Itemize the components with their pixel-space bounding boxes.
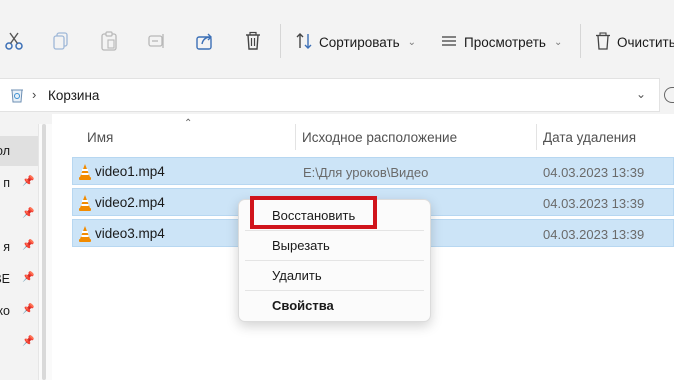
breadcrumb[interactable]: Корзина [48, 88, 99, 103]
delete-icon[interactable] [242, 30, 264, 52]
view-icon [440, 32, 458, 53]
refresh-icon[interactable] [664, 87, 674, 103]
column-divider[interactable] [536, 124, 537, 150]
sort-label: Сортировать [319, 34, 400, 50]
delete-icon [595, 31, 611, 53]
pin-icon: 📌 [22, 336, 35, 347]
file-deleted-date: 04.03.2023 13:39 [543, 196, 645, 211]
nav-item[interactable]: ол [0, 136, 38, 166]
sort-button[interactable]: Сортировать ⌄ [295, 30, 416, 54]
nav-item[interactable]: BE 📌 [0, 264, 38, 294]
vlc-icon [78, 164, 92, 183]
chevron-down-icon: ⌄ [553, 36, 563, 48]
view-label: Просмотреть [464, 34, 546, 50]
nav-item-label: BE [0, 272, 10, 286]
pin-icon: 📌 [22, 240, 35, 251]
sort-icon [295, 32, 313, 53]
file-deleted-date: 04.03.2023 13:39 [543, 227, 645, 242]
menu-item-label: Свойства [272, 298, 334, 313]
cut-icon[interactable] [3, 30, 25, 52]
menu-item-cut[interactable]: Вырезать [239, 231, 430, 259]
column-divider[interactable] [295, 124, 296, 150]
nav-item-label: я [3, 240, 10, 254]
nav-scrollbar[interactable] [38, 124, 53, 380]
nav-item-label: п [3, 176, 10, 190]
nav-item[interactable]: я 📌 [0, 232, 38, 262]
command-bar: Сортировать ⌄ Просмотреть ⌄ Очистить [0, 0, 674, 76]
toolbar-divider [580, 24, 581, 58]
navigation-pane: ол п 📌 📌 я 📌 BE 📌 око 📌 📌 [0, 124, 38, 380]
nav-item[interactable]: 📌 [0, 200, 38, 230]
sort-ascending-icon: ⌃ [184, 118, 193, 129]
column-header-deleted[interactable]: Дата удаления [543, 130, 636, 145]
column-header-name[interactable]: Имя [87, 130, 113, 145]
file-name: video3.mp4 [95, 226, 165, 241]
empty-label: Очистить [617, 34, 674, 50]
file-deleted-date: 04.03.2023 13:39 [543, 165, 645, 180]
empty-recycle-bin-button[interactable]: Очистить [595, 30, 674, 54]
recycle-bin-icon [10, 87, 24, 106]
menu-item-properties[interactable]: Свойства [239, 291, 430, 319]
view-button[interactable]: Просмотреть ⌄ [440, 30, 562, 54]
chevron-right-icon: › [32, 87, 37, 102]
menu-item-delete[interactable]: Удалить [239, 261, 430, 289]
nav-item[interactable]: 📌 [0, 328, 38, 358]
nav-item-label: око [0, 304, 10, 318]
pin-icon: 📌 [22, 176, 35, 187]
file-origin: E:\Для уроков\Видео [303, 165, 429, 180]
rename-icon[interactable] [146, 30, 168, 52]
nav-item-label: ол [0, 144, 10, 158]
chevron-down-icon: ⌄ [407, 36, 417, 48]
paste-icon[interactable] [98, 30, 120, 52]
share-icon[interactable] [194, 30, 216, 52]
file-row[interactable]: video1.mp4 E:\Для уроков\Видео 04.03.202… [72, 157, 674, 185]
column-header-origin[interactable]: Исходное расположение [302, 130, 457, 145]
nav-item[interactable]: п 📌 [0, 168, 38, 198]
file-name: video1.mp4 [95, 164, 165, 179]
menu-item-label: Удалить [272, 268, 322, 283]
scrollbar-thumb[interactable] [42, 124, 46, 380]
vlc-icon [78, 226, 92, 245]
chevron-down-icon[interactable]: ⌄ [636, 87, 646, 101]
pin-icon: 📌 [22, 208, 35, 219]
file-name: video2.mp4 [95, 195, 165, 210]
copy-icon[interactable] [50, 30, 72, 52]
nav-item[interactable]: око 📌 [0, 296, 38, 326]
highlight-frame [250, 196, 377, 229]
pin-icon: 📌 [22, 272, 35, 283]
address-bar[interactable]: › Корзина ⌄ [0, 78, 660, 112]
vlc-icon [78, 195, 92, 214]
pin-icon: 📌 [22, 304, 35, 315]
toolbar-divider [280, 24, 281, 58]
menu-item-label: Вырезать [272, 238, 330, 253]
